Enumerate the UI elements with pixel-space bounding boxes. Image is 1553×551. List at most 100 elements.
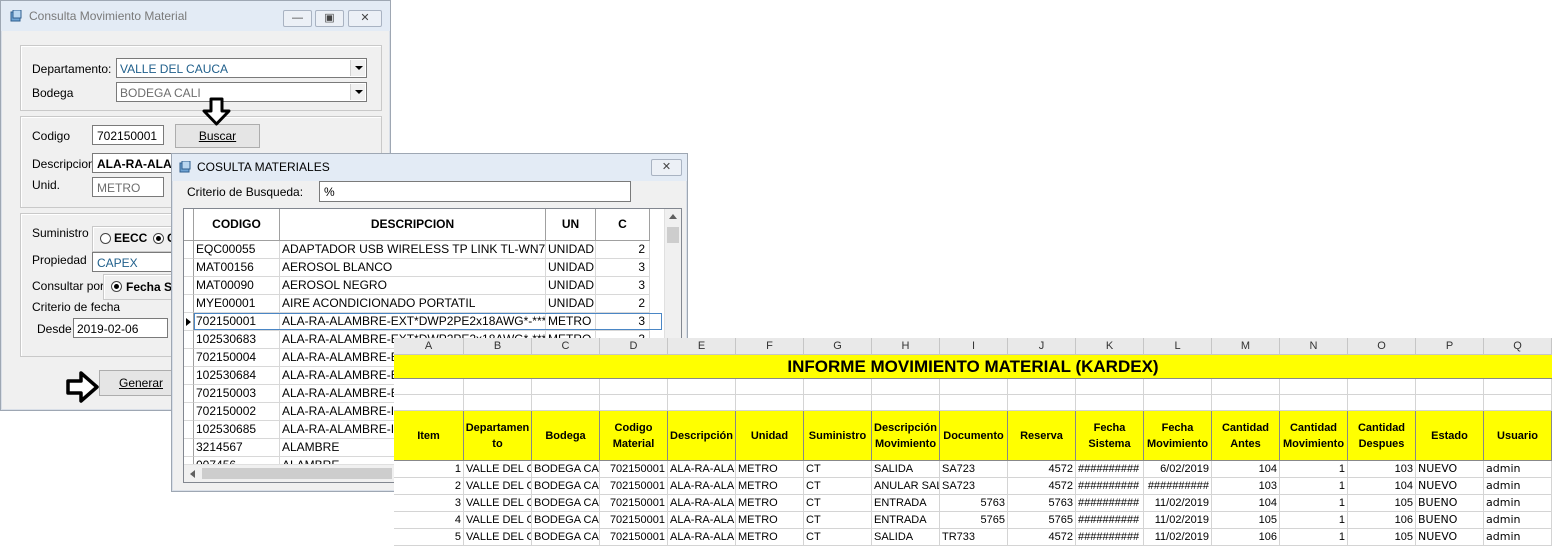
data-cell[interactable]: ANULAR SAL: [872, 478, 940, 495]
data-cell[interactable]: 1: [1280, 512, 1348, 529]
empty-cell[interactable]: [736, 395, 804, 411]
data-cell[interactable]: BODEGA CAL: [532, 495, 600, 512]
report-title[interactable]: INFORME MOVIMIENTO MATERIAL (KARDEX): [394, 355, 1552, 379]
data-cell[interactable]: NUEVO: [1416, 461, 1484, 478]
data-cell[interactable]: BODEGA CAL: [532, 461, 600, 478]
data-cell[interactable]: 3: [394, 495, 464, 512]
header-cell[interactable]: Descripción Movimiento: [872, 411, 940, 461]
data-cell[interactable]: 105: [1348, 529, 1416, 546]
data-cell[interactable]: ENTRADA: [872, 512, 940, 529]
data-cell[interactable]: admin: [1484, 478, 1552, 495]
row-selector[interactable]: [184, 403, 194, 421]
row-selector[interactable]: [184, 367, 194, 385]
buscar-material-button[interactable]: Buscar material: [175, 124, 260, 165]
header-cell[interactable]: Item: [394, 411, 464, 461]
empty-cell[interactable]: [1144, 395, 1212, 411]
empty-cell[interactable]: [668, 395, 736, 411]
header-cell[interactable]: Descripción: [668, 411, 736, 461]
data-cell[interactable]: 5763: [940, 495, 1008, 512]
data-cell[interactable]: ##########: [1076, 478, 1144, 495]
title-bar[interactable]: Consulta Movimiento Material — ▣ ✕: [1, 1, 390, 31]
scroll-thumb[interactable]: [667, 227, 679, 243]
empty-cell[interactable]: [1416, 379, 1484, 395]
header-cell[interactable]: Cantidad Despues: [1348, 411, 1416, 461]
data-cell[interactable]: BUENO: [1416, 495, 1484, 512]
data-cell[interactable]: BODEGA CAL: [532, 529, 600, 546]
data-cell[interactable]: 702150001: [600, 461, 668, 478]
data-cell[interactable]: CT: [804, 478, 872, 495]
header-cell[interactable]: Estado: [1416, 411, 1484, 461]
data-cell[interactable]: TR733: [940, 529, 1008, 546]
column-letter-J[interactable]: J: [1008, 338, 1076, 355]
row-selector[interactable]: [184, 439, 194, 457]
column-letter-O[interactable]: O: [1348, 338, 1416, 355]
data-cell[interactable]: BODEGA CAL: [532, 478, 600, 495]
row-selector[interactable]: [184, 385, 194, 403]
empty-cell[interactable]: [532, 395, 600, 411]
column-letter-K[interactable]: K: [1076, 338, 1144, 355]
empty-cell[interactable]: [1008, 395, 1076, 411]
data-cell[interactable]: VALLE DEL CA: [464, 478, 532, 495]
data-cell[interactable]: ##########: [1144, 478, 1212, 495]
close-button[interactable]: ✕: [348, 10, 382, 27]
data-cell[interactable]: 1: [394, 461, 464, 478]
empty-cell[interactable]: [872, 379, 940, 395]
data-cell[interactable]: 1: [1280, 495, 1348, 512]
column-letter-E[interactable]: E: [668, 338, 736, 355]
row-selector[interactable]: [184, 241, 194, 259]
data-cell[interactable]: 106: [1348, 512, 1416, 529]
data-cell[interactable]: 702150001: [600, 512, 668, 529]
data-cell[interactable]: 4: [394, 512, 464, 529]
row-selector[interactable]: [184, 331, 194, 349]
header-cell[interactable]: Usuario: [1484, 411, 1552, 461]
scroll-up-icon[interactable]: [669, 214, 677, 219]
data-cell[interactable]: METRO: [736, 495, 804, 512]
data-cell[interactable]: 103: [1348, 461, 1416, 478]
data-cell[interactable]: ALA-RA-ALAN: [668, 529, 736, 546]
column-letter-F[interactable]: F: [736, 338, 804, 355]
data-cell[interactable]: 4572: [1008, 478, 1076, 495]
data-cell[interactable]: ALA-RA-ALAN: [668, 461, 736, 478]
empty-cell[interactable]: [1280, 379, 1348, 395]
empty-cell[interactable]: [872, 395, 940, 411]
column-letter-L[interactable]: L: [1144, 338, 1212, 355]
empty-cell[interactable]: [394, 379, 464, 395]
data-cell[interactable]: 103: [1212, 478, 1280, 495]
data-cell[interactable]: 702150001: [600, 529, 668, 546]
data-cell[interactable]: 106: [1212, 529, 1280, 546]
header-cell[interactable]: Fecha Sistema: [1076, 411, 1144, 461]
close-button[interactable]: ✕: [651, 159, 682, 176]
empty-cell[interactable]: [940, 395, 1008, 411]
header-cell[interactable]: Unidad: [736, 411, 804, 461]
header-cell[interactable]: Cantidad Antes: [1212, 411, 1280, 461]
data-cell[interactable]: SALIDA: [872, 461, 940, 478]
consultar-fecha-radio[interactable]: [111, 281, 122, 292]
empty-cell[interactable]: [1348, 395, 1416, 411]
empty-cell[interactable]: [1076, 379, 1144, 395]
data-cell[interactable]: CT: [804, 495, 872, 512]
maximize-button[interactable]: ▣: [315, 10, 344, 27]
row-selector[interactable]: [184, 349, 194, 367]
empty-cell[interactable]: [1484, 395, 1552, 411]
data-cell[interactable]: 1: [1280, 478, 1348, 495]
column-letter-G[interactable]: G: [804, 338, 872, 355]
empty-cell[interactable]: [736, 379, 804, 395]
scroll-left-icon[interactable]: [190, 470, 195, 478]
column-header-descripcion[interactable]: DESCRIPCION: [280, 209, 546, 241]
data-cell[interactable]: METRO: [736, 461, 804, 478]
header-cell[interactable]: Cantidad Movimiento: [1280, 411, 1348, 461]
row-selector[interactable]: [184, 421, 194, 439]
empty-cell[interactable]: [1484, 379, 1552, 395]
column-letter-N[interactable]: N: [1280, 338, 1348, 355]
data-cell[interactable]: 105: [1348, 495, 1416, 512]
data-cell[interactable]: 6/02/2019: [1144, 461, 1212, 478]
table-row[interactable]: MAT00156 AEROSOL BLANCO UNIDAD 3: [194, 259, 664, 277]
column-letter-C[interactable]: C: [532, 338, 600, 355]
data-cell[interactable]: 5765: [940, 512, 1008, 529]
header-cell[interactable]: Suministro: [804, 411, 872, 461]
data-cell[interactable]: BUENO: [1416, 512, 1484, 529]
header-cell[interactable]: Codigo Material: [600, 411, 668, 461]
table-row[interactable]: MYE00001 AIRE ACONDICIONADO PORTATIL UNIDA…: [194, 295, 664, 313]
data-cell[interactable]: 11/02/2019: [1144, 495, 1212, 512]
data-cell[interactable]: admin: [1484, 461, 1552, 478]
